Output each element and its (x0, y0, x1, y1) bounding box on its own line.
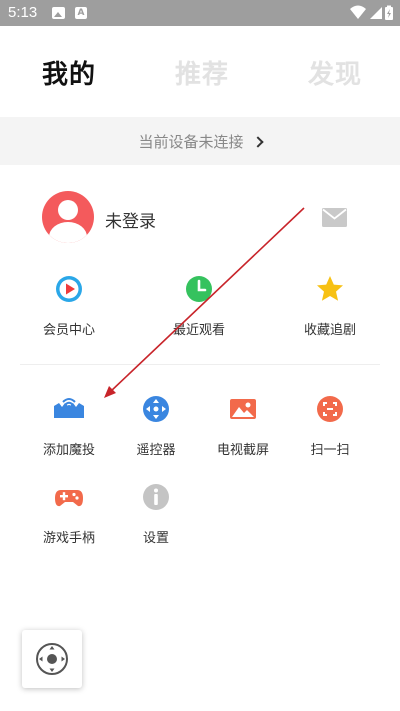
tool-label: 游戏手柄 (42, 531, 95, 546)
image-icon (52, 7, 65, 19)
record-icon (36, 643, 68, 675)
tab-discover[interactable]: 发现 (308, 54, 362, 91)
status-time: 5:13 (8, 4, 38, 21)
clock-icon (186, 276, 212, 302)
section-divider (20, 364, 380, 365)
shortcut-label: 收藏追剧 (303, 323, 356, 338)
tool-label: 扫一扫 (310, 443, 350, 458)
status-bar: 5:13 A (0, 0, 400, 26)
shortcut-favorites[interactable]: 收藏追剧 (285, 274, 375, 338)
star-icon (317, 276, 343, 301)
status-icons (350, 5, 393, 20)
tool-add-cast[interactable]: 添加魔投 (24, 394, 114, 458)
remote-dpad-icon (143, 396, 169, 422)
tool-label: 添加魔投 (42, 443, 95, 458)
battery-icon (385, 5, 393, 20)
screenshot-image-icon (230, 399, 256, 419)
login-status-text[interactable]: 未登录 (105, 207, 156, 232)
tab-recommend[interactable]: 推荐 (175, 54, 229, 91)
tool-scan[interactable]: 扫一扫 (285, 394, 375, 458)
info-settings-icon (143, 484, 169, 510)
wifi-icon (350, 5, 366, 19)
mail-icon[interactable] (322, 208, 347, 227)
tool-gamepad[interactable]: 游戏手柄 (24, 482, 114, 546)
shortcut-vip-center[interactable]: 会员中心 (24, 274, 114, 338)
top-tabs: 我的 推荐 发现 (0, 26, 400, 116)
tool-settings[interactable]: 设置 (111, 482, 201, 546)
shortcut-label: 最近观看 (172, 323, 225, 338)
font-icon: A (75, 7, 87, 19)
signal-icon (370, 7, 382, 19)
tool-label: 电视截屏 (216, 443, 269, 458)
tool-remote-control[interactable]: 遥控器 (111, 394, 201, 458)
shortcut-label: 会员中心 (42, 323, 95, 338)
tool-label: 遥控器 (136, 443, 176, 458)
tab-mine[interactable]: 我的 (42, 54, 96, 91)
device-connection-bar[interactable]: 当前设备未连接 (0, 117, 400, 165)
floating-record-button[interactable] (22, 630, 82, 688)
connection-status-text: 当前设备未连接 (138, 133, 244, 151)
tool-tv-screenshot[interactable]: 电视截屏 (198, 394, 288, 458)
profile-row[interactable]: 未登录 (42, 190, 362, 246)
avatar[interactable] (42, 191, 94, 243)
vip-play-icon (56, 276, 82, 302)
scan-icon (317, 396, 343, 422)
cast-device-icon (54, 398, 84, 418)
shortcut-recent-watch[interactable]: 最近观看 (154, 274, 244, 338)
chevron-right-icon (251, 136, 264, 148)
gamepad-icon (55, 490, 83, 507)
tool-label: 设置 (142, 531, 169, 546)
